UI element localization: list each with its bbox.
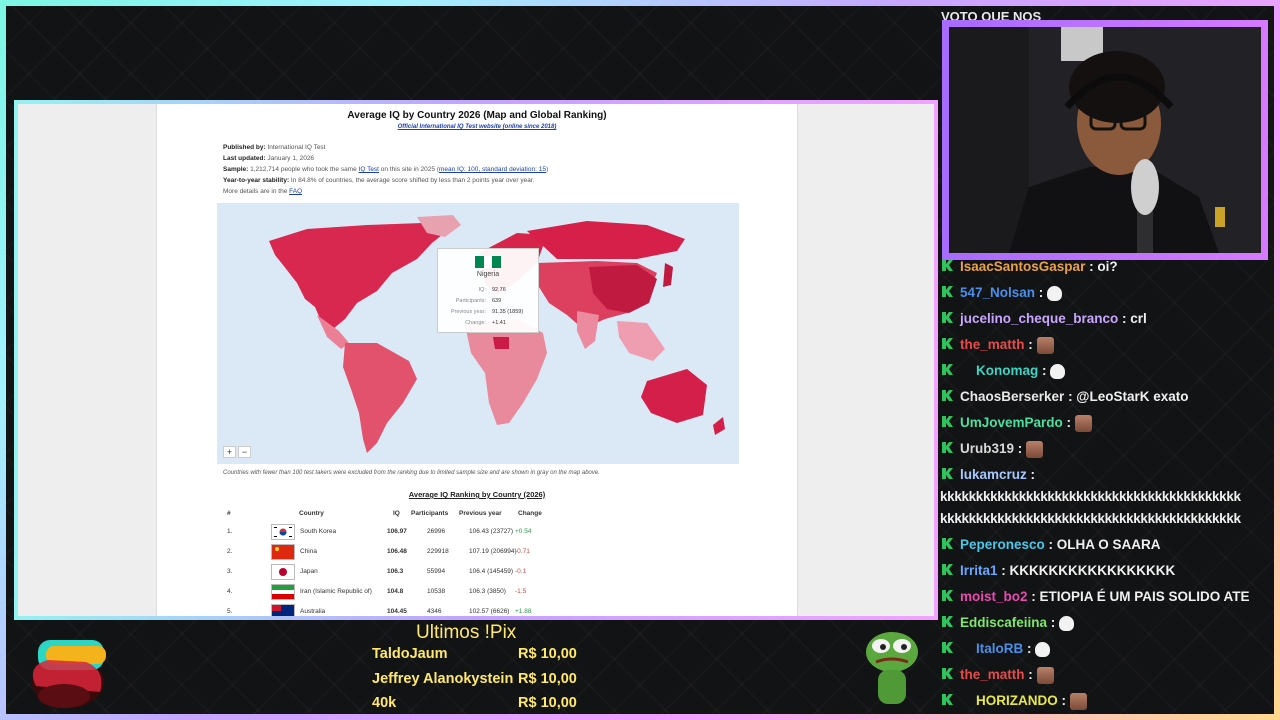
web-page: Average IQ by Country 2026 (Map and Glob… <box>156 104 798 616</box>
chat-badge-icon <box>942 338 953 349</box>
pix-title: Ultimos !Pix <box>416 622 517 643</box>
face-emote-icon <box>1026 440 1044 458</box>
ranking-title[interactable]: Average IQ Ranking by Country (2026) <box>157 490 797 499</box>
chat-badge-icon <box>942 616 953 627</box>
faq-info: More details are in the FAQ <box>223 188 303 195</box>
chat-spam-line: kkkkkkkkkkkkkkkkkkkkkkkkkkkkkkkkkkkkkkkk… <box>940 511 1241 526</box>
south-korea-flag-icon <box>271 524 295 540</box>
chat-badge-icon <box>942 312 953 323</box>
pix-entry: TaldoJaum R$ 10,00 <box>372 646 577 662</box>
map-zoom-controls: + − <box>223 446 253 458</box>
chat-spam-line: kkkkkkkkkkkkkkkkkkkkkkkkkkkkkkkkkkkkkkkk… <box>940 489 1241 504</box>
face-emote-icon <box>1036 336 1054 354</box>
webcam-feed <box>949 27 1261 253</box>
nigeria-flag-icon <box>475 256 501 268</box>
ranking-row: 5. Australia 104.45 4346 102.57 (6626) +… <box>223 604 583 616</box>
face-emote-icon <box>1036 666 1054 684</box>
map-new-zealand <box>713 417 725 435</box>
last-updated: Last updated: January 1, 2026 <box>223 155 315 162</box>
ghost-emote-icon <box>1047 285 1063 301</box>
chat-badge-icon <box>942 260 953 271</box>
iq-test-link[interactable]: IQ Test <box>359 166 379 173</box>
pix-entry: Jeffrey Alanokystein R$ 10,00 <box>372 671 577 687</box>
japan-flag-icon <box>271 564 295 580</box>
map-australia <box>641 369 707 423</box>
map-russia <box>527 221 685 259</box>
chat-badge-icon <box>942 694 953 705</box>
official-site-link[interactable]: Official International IQ Test website (… <box>157 124 797 130</box>
map-zoom-out-button[interactable]: − <box>238 446 251 458</box>
chat-badge-icon <box>942 642 953 653</box>
mascot-icon <box>32 640 106 708</box>
published-by: Published by: International IQ Test <box>223 144 326 151</box>
world-map[interactable]: + − Nigeria IQ: 92.76 Participants: 639 Pre… <box>217 203 739 464</box>
ranking-row: 4. Iran (Islamic Republic of) 104.8 1053… <box>223 584 583 604</box>
ghost-emote-icon <box>1035 641 1051 657</box>
face-emote-icon <box>1074 414 1092 432</box>
world-map-svg <box>269 215 725 453</box>
chat-badge-icon <box>942 286 953 297</box>
map-south-america <box>343 343 417 453</box>
mean-iq-link[interactable]: mean IQ: 100, standard deviation: 15 <box>439 166 546 173</box>
chat-badge-icon <box>942 416 953 427</box>
chat-badge-icon <box>942 668 953 679</box>
ranking-row: 1. South Korea 106.97 26996 106.43 (2372… <box>223 524 583 544</box>
ghost-emote-icon <box>1050 363 1066 379</box>
map-north-america <box>269 223 447 329</box>
streamer-silhouette <box>949 27 1261 253</box>
faq-link[interactable]: FAQ <box>289 188 302 195</box>
chat-badge-icon <box>942 390 953 401</box>
pepe-frog-icon <box>866 632 918 704</box>
chat-badge-icon <box>942 590 953 601</box>
face-emote-icon <box>1069 692 1087 710</box>
tooltip-country: Nigeria <box>476 271 500 278</box>
map-se-asia <box>617 321 665 361</box>
stability-info: Year-to-year stability: In 84.8% of coun… <box>223 177 535 184</box>
chat-badge-icon <box>942 364 953 375</box>
pix-entry: 40k R$ 10,00 <box>372 695 577 711</box>
chat-badge-icon <box>942 538 953 549</box>
map-japan <box>663 263 673 287</box>
map-tooltip: Nigeria IQ: 92.76 Participants: 639 Previo… <box>437 248 539 333</box>
page-title: Average IQ by Country 2026 (Map and Glob… <box>347 110 607 121</box>
sample-info: Sample: 1,212,714 people who took the sa… <box>223 166 549 173</box>
map-nigeria <box>493 337 509 349</box>
map-zoom-in-button[interactable]: + <box>223 446 236 458</box>
chat-badge-icon <box>942 468 953 479</box>
australia-flag-icon <box>271 604 295 616</box>
chat-badge-icon <box>942 564 953 575</box>
ranking-row: 3. Japan 106.3 55994 106.4 (145459) -0.1 <box>223 564 583 584</box>
screen-capture: Average IQ by Country 2026 (Map and Glob… <box>18 104 934 616</box>
ghost-emote-icon <box>1059 615 1075 631</box>
map-india <box>577 311 599 349</box>
iran-flag-icon <box>271 584 295 600</box>
ranking-row: 2. China 106.48 229918 107.19 (206994) -… <box>223 544 583 564</box>
map-note: Countries with fewer than 100 test taker… <box>223 470 600 476</box>
map-africa <box>465 319 547 425</box>
chat-badge-icon <box>942 442 953 453</box>
china-flag-icon <box>271 544 295 560</box>
